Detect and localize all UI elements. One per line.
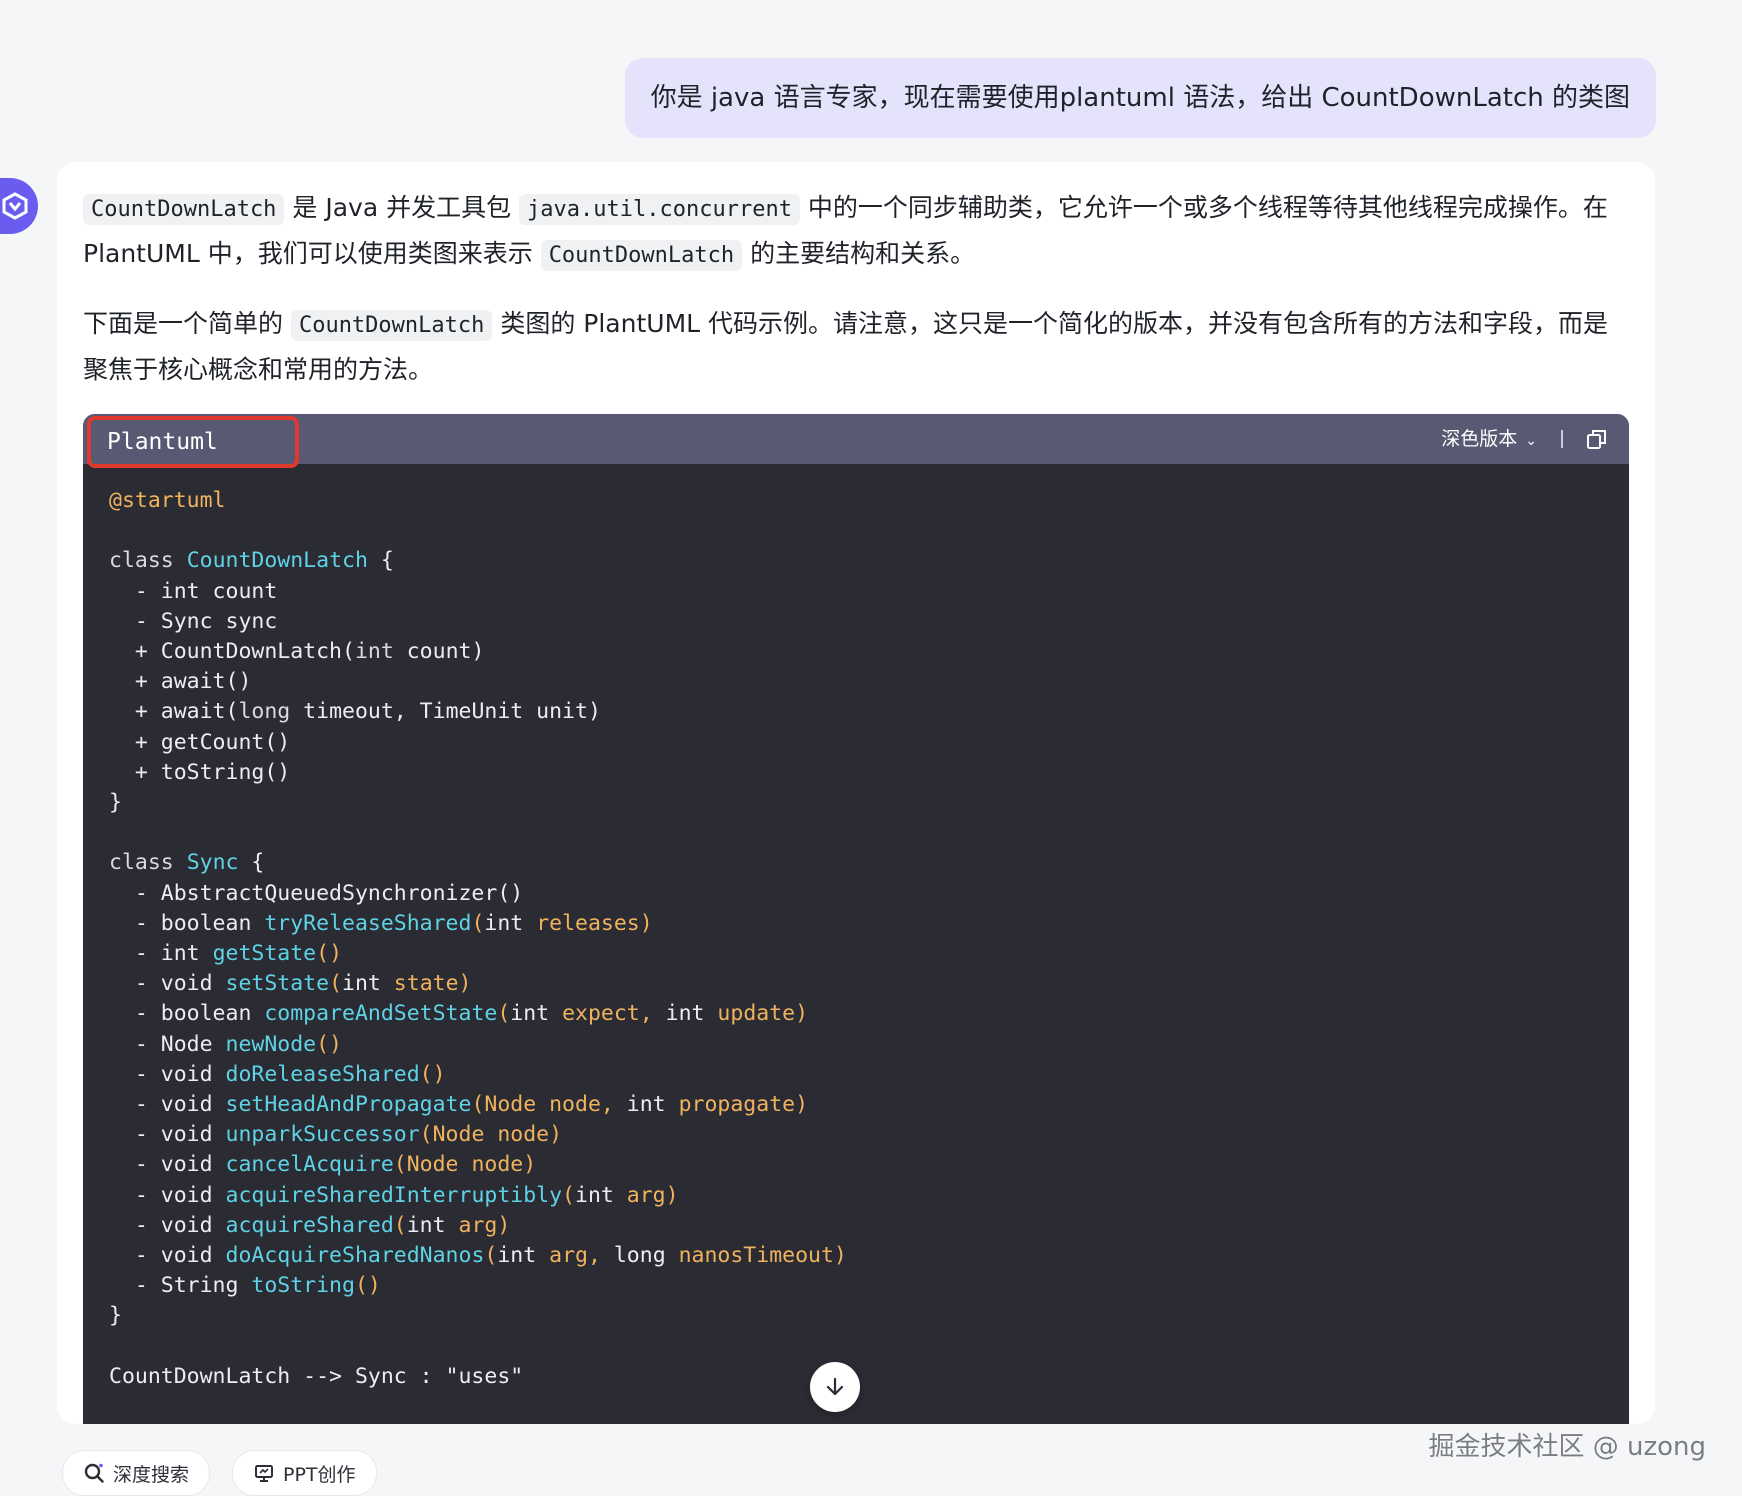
paragraph-text: 下面是一个简单的 <box>83 309 291 338</box>
chevron-down-icon: ⌄ <box>1525 433 1537 449</box>
user-message-text: 你是 java 语言专家，现在需要使用plantuml 语法，给出 CountD… <box>650 83 1630 113</box>
search-icon <box>84 1463 104 1483</box>
paragraph-text: 的主要结构和关系。 <box>742 239 976 268</box>
code-content: @startuml class CountDownLatch { - int c… <box>109 488 847 1389</box>
inline-code: CountDownLatch <box>540 240 743 271</box>
theme-switch-dropdown[interactable]: 深色版本 ⌄ <box>1441 414 1537 464</box>
ppt-create-button[interactable]: PPT创作 <box>232 1450 377 1496</box>
code-language-label: Plantuml <box>87 416 299 468</box>
code-block-header: Plantuml 深色版本 ⌄ <box>83 414 1629 468</box>
code-block: Plantuml 深色版本 ⌄ @startuml class CountDown… <box>83 414 1629 1424</box>
answer-paragraph-2: 下面是一个简单的 CountDownLatch 类图的 PlantUML 代码示… <box>83 302 1631 392</box>
deep-search-label: 深度搜索 <box>113 1463 190 1486</box>
assistant-avatar <box>0 178 38 234</box>
assistant-answer-card: CountDownLatch 是 Java 并发工具包 java.util.co… <box>57 162 1655 1424</box>
paragraph-text: 是 Java 并发工具包 <box>284 193 520 222</box>
watermark: 掘金技术社区 @ uzong <box>1428 1432 1706 1462</box>
ppt-create-label: PPT创作 <box>283 1463 356 1486</box>
assistant-logo-icon <box>2 192 28 220</box>
inline-code: CountDownLatch <box>290 310 493 341</box>
deep-search-button[interactable]: 深度搜索 <box>62 1450 211 1496</box>
user-message-bubble: 你是 java 语言专家，现在需要使用plantuml 语法，给出 CountD… <box>624 58 1656 138</box>
theme-switch-label: 深色版本 <box>1441 428 1518 450</box>
inline-code: CountDownLatch <box>83 194 285 225</box>
presentation-icon <box>255 1465 274 1482</box>
arrow-down-icon <box>826 1377 844 1396</box>
answer-paragraph-1: CountDownLatch 是 Java 并发工具包 java.util.co… <box>83 186 1631 278</box>
scroll-to-bottom-button[interactable] <box>810 1362 860 1412</box>
header-divider <box>1561 430 1563 448</box>
bottom-action-bar: 深度搜索 PPT创作 <box>62 1450 377 1496</box>
copy-icon[interactable] <box>1585 427 1609 451</box>
inline-code: java.util.concurrent <box>519 194 800 225</box>
